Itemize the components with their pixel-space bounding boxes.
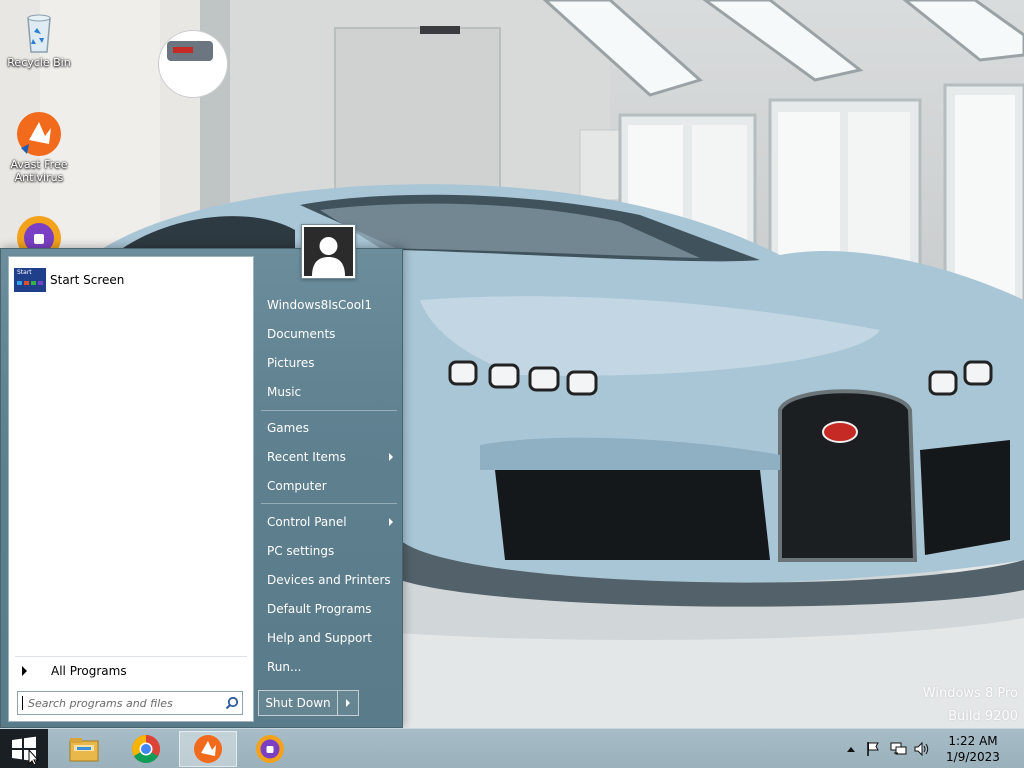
file-explorer-icon	[69, 738, 99, 762]
desktop-icon-label-line1: Avast Free	[10, 158, 68, 171]
os-watermark-line2: Build 9200	[948, 709, 1018, 724]
taskbar-file-explorer[interactable]	[55, 731, 113, 767]
avast-icon	[15, 110, 63, 158]
clock-date: 1/9/2023	[946, 750, 1000, 764]
chevron-up-icon	[847, 747, 855, 752]
start-link-run[interactable]: Run...	[259, 653, 399, 681]
submenu-arrow-icon	[389, 453, 393, 461]
pinned-item-start-screen[interactable]: Start Start Screen	[14, 266, 248, 294]
start-link-recent-items[interactable]: Recent Items	[259, 443, 399, 471]
taskbar-chrome[interactable]	[117, 731, 175, 767]
start-link-devices-and-printers[interactable]: Devices and Printers	[259, 566, 399, 594]
taskbar-avast-secure-browser[interactable]	[241, 731, 299, 767]
start-link-user-folder[interactable]: Windows8IsCool1	[259, 291, 399, 319]
start-menu: Start Start Screen All Programs Search p…	[0, 224, 403, 728]
shutdown-options-button[interactable]	[338, 691, 358, 715]
shutdown-button[interactable]: Shut Down	[259, 691, 338, 715]
search-input[interactable]	[23, 693, 222, 713]
desktop-icon-label-line2: Antivirus	[14, 171, 64, 184]
start-link-documents[interactable]: Documents	[259, 320, 399, 348]
start-link-games[interactable]: Games	[259, 414, 399, 442]
start-links-divider	[261, 503, 397, 504]
chevron-right-icon	[346, 699, 350, 707]
show-hidden-icons-button[interactable]	[842, 740, 860, 758]
network-button[interactable]	[890, 740, 908, 758]
start-link-computer[interactable]: Computer	[259, 472, 399, 500]
volume-button[interactable]	[913, 740, 931, 758]
windows-logo-icon	[12, 736, 39, 764]
taskbar: 1:22 AM 1/9/2023	[0, 728, 1024, 768]
desktop-icon-recycle-bin[interactable]: Recycle Bin	[1, 8, 77, 69]
desktop-icon-avast-free-antivirus[interactable]: Avast Free Antivirus	[1, 110, 77, 184]
start-link-pc-settings[interactable]: PC settings	[259, 537, 399, 565]
start-menu-programs-pane: Start Start Screen All Programs	[8, 256, 254, 722]
action-center-button[interactable]	[864, 740, 882, 758]
desktop-icon-label: Recycle Bin	[7, 56, 71, 69]
user-avatar-icon	[304, 227, 353, 276]
submenu-arrow-icon	[389, 518, 393, 526]
flag-icon	[867, 742, 879, 756]
user-account-picture[interactable]	[301, 224, 356, 279]
search-icon[interactable]	[222, 693, 242, 713]
recycle-bin-icon	[15, 8, 63, 56]
search-box[interactable]	[17, 691, 243, 715]
start-link-pictures[interactable]: Pictures	[259, 349, 399, 377]
all-programs-button[interactable]: All Programs	[15, 660, 247, 682]
expand-arrow-icon	[22, 666, 27, 676]
start-screen-tile-icon: Start	[14, 268, 46, 292]
start-link-music[interactable]: Music	[259, 378, 399, 406]
desktop-gadget	[158, 30, 228, 98]
programs-divider	[15, 656, 247, 657]
chrome-icon	[132, 735, 160, 763]
volume-icon	[914, 741, 929, 757]
start-links-divider	[261, 410, 397, 411]
shutdown-split-button: Shut Down	[258, 690, 359, 716]
network-icon	[890, 742, 907, 755]
taskbar-avast[interactable]	[179, 731, 237, 767]
taskbar-clock[interactable]: 1:22 AM 1/9/2023	[936, 733, 1010, 765]
start-button[interactable]	[0, 729, 48, 768]
all-programs-label: All Programs	[51, 664, 127, 678]
pinned-item-label: Start Screen	[50, 273, 125, 287]
clock-time: 1:22 AM	[948, 734, 998, 748]
start-link-default-programs[interactable]: Default Programs	[259, 595, 399, 623]
os-watermark-line1: Windows 8 Pro	[922, 686, 1018, 701]
avast-secure-browser-icon	[256, 735, 284, 763]
avast-icon	[194, 735, 222, 763]
start-link-help-and-support[interactable]: Help and Support	[259, 624, 399, 652]
start-link-control-panel[interactable]: Control Panel	[259, 508, 399, 536]
